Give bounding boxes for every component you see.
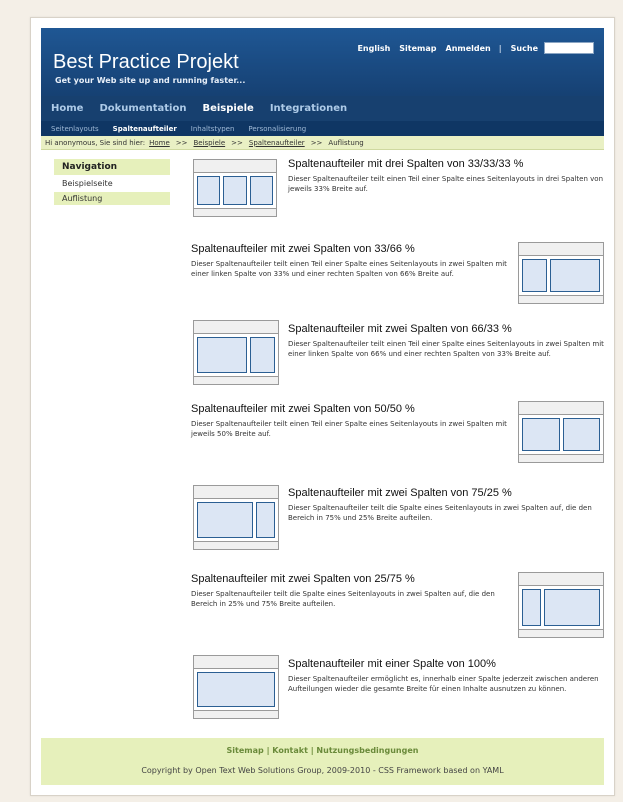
- thumbnail-footer: [194, 376, 278, 384]
- list-item: Spaltenaufteiler mit drei Spalten von 33…: [288, 158, 606, 194]
- breadcrumb-separator: >>: [231, 138, 243, 147]
- utility-bar: English Sitemap Anmelden | Suche: [348, 42, 594, 54]
- breadcrumb-current: Auflistung: [328, 138, 364, 147]
- list-item: Spaltenaufteiler mit zwei Spalten von 25…: [191, 573, 509, 609]
- thumbnail-column: [522, 589, 541, 626]
- entry-title[interactable]: Spaltenaufteiler mit einer Spalte von 10…: [288, 658, 606, 671]
- copyright: Copyright by Open Text Web Solutions Gro…: [141, 766, 504, 775]
- sidebar-title: Navigation: [54, 159, 170, 175]
- thumbnail-footer: [519, 629, 603, 637]
- thumbnail-header: [194, 160, 276, 173]
- thumbnail-header: [519, 243, 603, 256]
- subnav-seitenlayouts[interactable]: Seitenlayouts: [51, 125, 99, 133]
- search-input[interactable]: [544, 42, 594, 54]
- layout-thumbnail[interactable]: [193, 159, 277, 217]
- thumbnail-header: [194, 486, 278, 499]
- footer-links: Sitemap | Kontakt | Nutzungsbedingungen: [41, 746, 604, 755]
- breadcrumb-home[interactable]: Home: [149, 139, 170, 147]
- entry-description: Dieser Spaltenaufteiler teilt einen Teil…: [288, 175, 604, 193]
- site-title[interactable]: Best Practice Projekt: [53, 51, 239, 74]
- thumbnail-column: [256, 502, 275, 538]
- layout-thumbnail[interactable]: [193, 655, 279, 719]
- thumbnail-footer: [194, 208, 276, 216]
- nav-dokumentation[interactable]: Dokumentation: [99, 103, 186, 114]
- breadcrumb-prefix: Hi anonymous, Sie sind hier:: [45, 138, 146, 147]
- entry-title[interactable]: Spaltenaufteiler mit drei Spalten von 33…: [288, 158, 606, 171]
- subnav-inhaltstypen[interactable]: Inhaltstypen: [191, 125, 235, 133]
- subnav-spaltenaufteiler[interactable]: Spaltenaufteiler: [113, 125, 177, 133]
- layout-thumbnail[interactable]: [193, 320, 279, 385]
- subnav-personalisierung[interactable]: Personalisierung: [248, 125, 306, 133]
- thumbnail-column: [522, 418, 560, 451]
- layout-thumbnail[interactable]: [518, 401, 604, 463]
- layout-thumbnail[interactable]: [518, 572, 604, 638]
- entry-title[interactable]: Spaltenaufteiler mit zwei Spalten von 33…: [191, 243, 509, 256]
- footer: Sitemap | Kontakt | Nutzungsbedingungen …: [41, 738, 604, 785]
- entry-title[interactable]: Spaltenaufteiler mit zwei Spalten von 75…: [288, 487, 606, 500]
- thumbnail-footer: [194, 710, 278, 718]
- entry-title[interactable]: Spaltenaufteiler mit zwei Spalten von 66…: [288, 323, 606, 336]
- entry-description: Dieser Spaltenaufteiler teilt einen Teil…: [191, 420, 507, 438]
- sitemap-link[interactable]: Sitemap: [399, 44, 436, 53]
- thumbnail-column: [562, 418, 600, 451]
- footer-link-sitemap[interactable]: Sitemap: [227, 746, 264, 755]
- thumbnail-column: [197, 176, 221, 205]
- entry-description: Dieser Spaltenaufteiler teilt die Spalte…: [191, 590, 495, 608]
- entry-description: Dieser Spaltenaufteiler ermöglicht es, i…: [288, 675, 599, 693]
- list-item: Spaltenaufteiler mit zwei Spalten von 33…: [191, 243, 509, 279]
- breadcrumb-separator: >>: [310, 138, 323, 147]
- thumbnail-column: [223, 176, 247, 205]
- thumbnail-column: [197, 672, 275, 707]
- login-link[interactable]: Anmelden: [446, 44, 491, 53]
- nav-beispiele[interactable]: Beispiele: [202, 103, 253, 114]
- entry-description: Dieser Spaltenaufteiler teilt die Spalte…: [288, 504, 592, 522]
- breadcrumb-separator: >>: [175, 138, 188, 147]
- site-subtitle: Get your Web site up and running faster.…: [55, 76, 246, 85]
- language-link[interactable]: English: [357, 44, 390, 53]
- sidebar: Navigation Beispielseite Auflistung: [54, 159, 170, 207]
- entry-title[interactable]: Spaltenaufteiler mit zwei Spalten von 25…: [191, 573, 509, 586]
- footer-link-nutzungsbedingungen[interactable]: Nutzungsbedingungen: [316, 746, 418, 755]
- breadcrumb-beispiele[interactable]: Beispiele: [193, 139, 225, 147]
- thumbnail-column: [249, 176, 273, 205]
- breadcrumb: Hi anonymous, Sie sind hier: Home >> Bei…: [41, 136, 604, 150]
- thumbnail-column: [197, 502, 254, 538]
- search-label: Suche: [510, 43, 538, 53]
- page: Best Practice Projekt Get your Web site …: [30, 17, 615, 796]
- nav-home[interactable]: Home: [51, 103, 83, 114]
- thumbnail-footer: [194, 541, 278, 549]
- list-item: Spaltenaufteiler mit zwei Spalten von 50…: [191, 403, 509, 439]
- sub-nav: Seitenlayouts Spaltenaufteiler Inhaltsty…: [41, 121, 604, 136]
- footer-link-kontakt[interactable]: Kontakt: [272, 746, 308, 755]
- thumbnail-header: [519, 573, 603, 586]
- entry-title[interactable]: Spaltenaufteiler mit zwei Spalten von 50…: [191, 403, 509, 416]
- list-item: Spaltenaufteiler mit zwei Spalten von 66…: [288, 323, 606, 359]
- breadcrumb-spaltenaufteiler[interactable]: Spaltenaufteiler: [249, 139, 305, 147]
- sidebar-item-auflistung[interactable]: Auflistung: [54, 192, 170, 205]
- layout-thumbnail[interactable]: [518, 242, 604, 304]
- thumbnail-column: [522, 259, 547, 292]
- thumbnail-column: [543, 589, 600, 626]
- list-item: Spaltenaufteiler mit einer Spalte von 10…: [288, 658, 606, 694]
- entry-description: Dieser Spaltenaufteiler teilt einen Teil…: [288, 340, 604, 358]
- thumbnail-header: [519, 402, 603, 415]
- utility-separator: |: [498, 43, 502, 53]
- entry-description: Dieser Spaltenaufteiler teilt einen Teil…: [191, 260, 507, 278]
- thumbnail-header: [194, 656, 278, 669]
- thumbnail-footer: [519, 454, 603, 462]
- thumbnail-column: [250, 337, 275, 373]
- nav-integrationen[interactable]: Integrationen: [270, 103, 347, 114]
- list-item: Spaltenaufteiler mit zwei Spalten von 75…: [288, 487, 606, 523]
- thumbnail-column: [197, 337, 247, 373]
- thumbnail-column: [550, 259, 600, 292]
- sidebar-item-beispielseite[interactable]: Beispielseite: [54, 177, 170, 190]
- thumbnail-footer: [519, 295, 603, 303]
- layout-thumbnail[interactable]: [193, 485, 279, 550]
- main-nav: Home Dokumentation Beispiele Integration…: [41, 96, 604, 121]
- thumbnail-header: [194, 321, 278, 334]
